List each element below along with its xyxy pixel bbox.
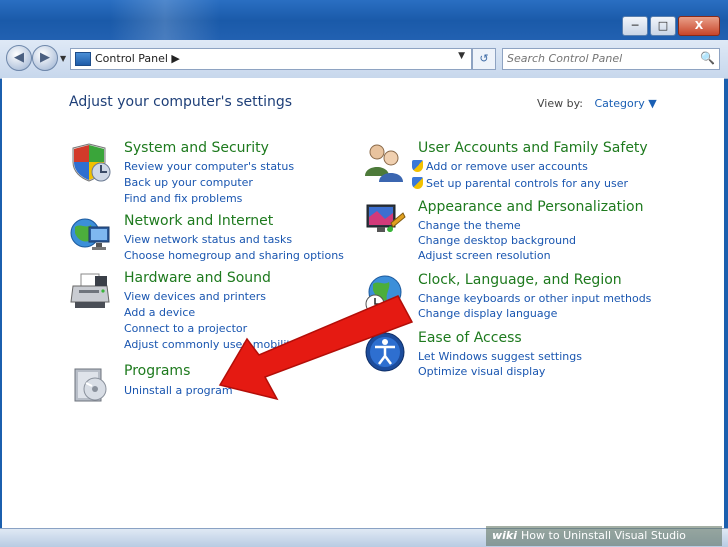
link-display-language[interactable]: Change display language — [418, 307, 557, 320]
category-title[interactable]: Programs — [124, 363, 190, 379]
title-bar-shine — [110, 0, 220, 44]
watermark: wiki How to Uninstall Visual Studio — [486, 526, 722, 546]
link-desktop-background[interactable]: Change desktop background — [418, 234, 576, 247]
link-optimize-visual[interactable]: Optimize visual display — [418, 365, 545, 378]
category-title[interactable]: User Accounts and Family Safety — [418, 140, 648, 156]
breadcrumb[interactable]: Control Panel ▶ — [95, 52, 180, 65]
watermark-brand: wiki — [492, 529, 518, 542]
link-add-device[interactable]: Add a device — [124, 306, 195, 319]
globe-network-icon — [70, 218, 110, 250]
address-dropdown[interactable]: ▼ — [458, 51, 465, 61]
search-input[interactable] — [507, 50, 693, 66]
address-bar[interactable]: Control Panel ▶ ▼ — [70, 48, 472, 70]
view-by-dropdown[interactable]: Category ▼ — [595, 97, 657, 110]
link-network-status[interactable]: View network status and tasks — [124, 233, 292, 246]
control-panel-content: Adjust your computer's settings View by:… — [2, 78, 724, 528]
printer-icon — [70, 273, 110, 308]
link-connect-projector[interactable]: Connect to a projector — [124, 322, 247, 335]
refresh-button[interactable]: ↺ — [472, 48, 496, 70]
category-title[interactable]: Clock, Language, and Region — [418, 272, 622, 288]
link-label: Add or remove user accounts — [426, 160, 588, 173]
link-suggest-settings[interactable]: Let Windows suggest settings — [418, 350, 582, 363]
ease-of-access-icon — [365, 332, 405, 372]
link-mobility-settings[interactable]: Adjust commonly used mobility settings — [124, 338, 345, 351]
recent-pages-dropdown[interactable]: ▼ — [60, 54, 66, 63]
navigation-bar: ◀ ▶ ▼ Control Panel ▶ ▼ ↺ 🔍 — [0, 40, 728, 79]
control-panel-icon — [75, 52, 91, 66]
forward-button[interactable]: ▶ — [32, 45, 58, 71]
category-title[interactable]: Hardware and Sound — [124, 270, 271, 286]
view-by: View by: Category ▼ — [537, 97, 657, 110]
watermark-text: How to Uninstall Visual Studio — [521, 529, 686, 542]
category-title[interactable]: System and Security — [124, 140, 269, 156]
uac-shield-icon — [412, 160, 423, 172]
clock-globe-icon — [365, 275, 402, 314]
close-button[interactable]: X — [678, 16, 720, 36]
link-homegroup[interactable]: Choose homegroup and sharing options — [124, 249, 344, 262]
link-find-fix[interactable]: Find and fix problems — [124, 192, 242, 205]
back-button[interactable]: ◀ — [6, 45, 32, 71]
link-screen-resolution[interactable]: Adjust screen resolution — [418, 249, 551, 262]
window-controls: ─ □ X — [622, 16, 720, 36]
view-by-label: View by: — [537, 97, 583, 110]
search-box[interactable]: 🔍 — [502, 48, 720, 70]
search-icon[interactable]: 🔍 — [700, 51, 715, 65]
category-title[interactable]: Ease of Access — [418, 330, 522, 346]
page-title: Adjust your computer's settings — [69, 94, 293, 110]
link-uninstall-program[interactable]: Uninstall a program — [124, 384, 233, 397]
link-add-remove-accounts[interactable]: Add or remove user accounts — [412, 160, 588, 173]
link-review-status[interactable]: Review your computer's status — [124, 160, 294, 173]
link-change-theme[interactable]: Change the theme — [418, 219, 521, 232]
category-title[interactable]: Network and Internet — [124, 213, 273, 229]
link-back-up[interactable]: Back up your computer — [124, 176, 253, 189]
category-title[interactable]: Appearance and Personalization — [418, 199, 643, 215]
link-label: Set up parental controls for any user — [426, 177, 629, 190]
shield-icon — [72, 143, 111, 182]
programs-icon — [74, 368, 107, 402]
maximize-button[interactable]: □ — [650, 16, 676, 36]
users-icon — [365, 144, 403, 182]
link-devices-printers[interactable]: View devices and printers — [124, 290, 266, 303]
link-keyboards[interactable]: Change keyboards or other input methods — [418, 292, 651, 305]
display-icon — [366, 204, 406, 232]
minimize-button[interactable]: ─ — [622, 16, 648, 36]
link-parental-controls[interactable]: Set up parental controls for any user — [412, 177, 628, 190]
uac-shield-icon — [412, 177, 423, 189]
